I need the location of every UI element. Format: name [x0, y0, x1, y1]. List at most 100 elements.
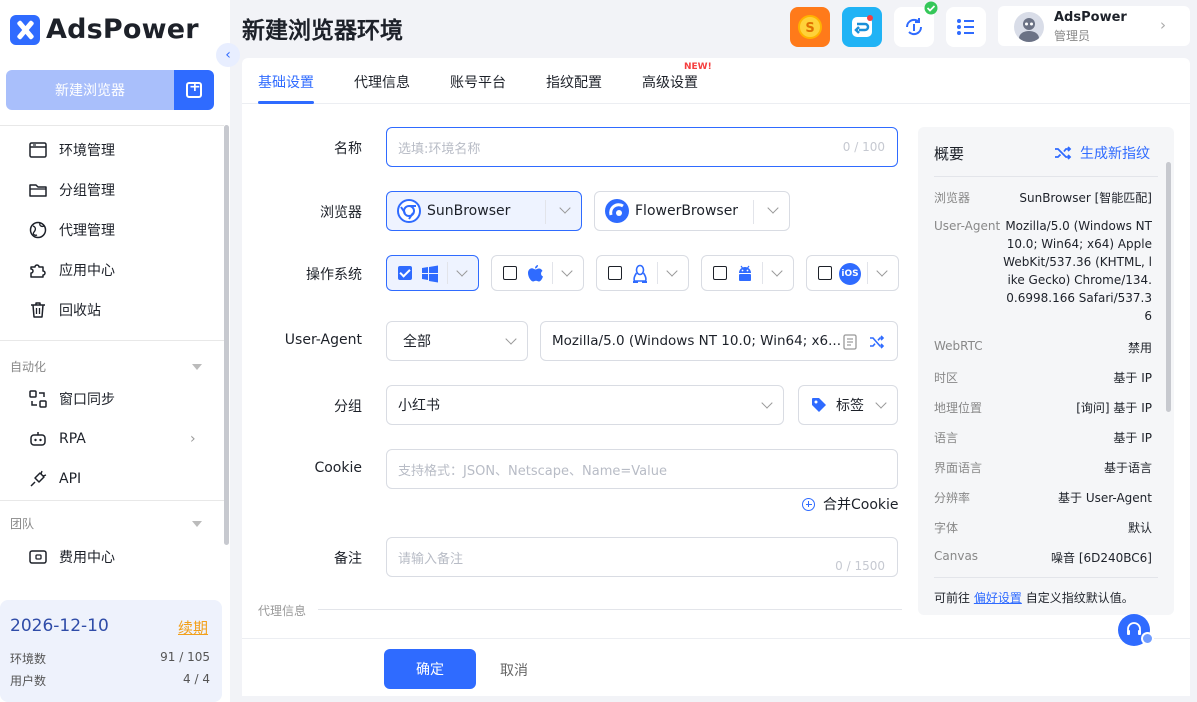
checkbox[interactable] [713, 266, 727, 280]
sidebar-scrollbar[interactable] [224, 125, 229, 545]
preferences-link[interactable]: 偏好设置 [974, 591, 1022, 605]
env-count-label: 环境数 [10, 652, 47, 666]
name-label: 名称 [334, 141, 362, 157]
overview-value: 基于 IP [1113, 371, 1152, 385]
tab-fingerprint[interactable]: 指纹配置 [546, 72, 602, 92]
chevron-down-icon[interactable] [666, 265, 678, 277]
sidebar-item-api[interactable]: API [28, 467, 81, 491]
sidebar-item-rpa[interactable]: RPA › [28, 427, 196, 451]
browser-name: SunBrowser [427, 203, 511, 219]
name-input[interactable]: 选填:环境名称 0 / 100 [386, 127, 898, 167]
tag-select[interactable]: 标签 [798, 385, 898, 425]
checkbox[interactable] [398, 266, 412, 280]
plus-circle-icon [802, 497, 815, 511]
sidebar-item-apps[interactable]: 应用中心 [28, 258, 115, 282]
logo[interactable]: AdsPower [10, 14, 199, 45]
section-team: 团队 [10, 517, 35, 531]
browser-name: FlowerBrowser [635, 203, 739, 219]
overview-value: 默认 [1127, 521, 1152, 535]
chevron-down-icon[interactable] [767, 202, 779, 214]
sidebar-item-trash[interactable]: 回收站 [28, 298, 101, 322]
os-option-ios[interactable]: iOS [806, 255, 899, 291]
tab-proxy[interactable]: 代理信息 [354, 72, 410, 92]
chevron-down-icon[interactable] [876, 265, 888, 277]
add-square-icon [186, 79, 202, 98]
flowerbrowser-logo-icon [605, 199, 629, 223]
batch-create-button[interactable] [174, 70, 214, 110]
sidebar-item-label: 环境管理 [59, 143, 115, 159]
ua-value-field[interactable]: Mozilla/5.0 (Windows NT 10.0; Win64; x6.… [540, 321, 898, 361]
cookie-textarea[interactable]: 支持格式：JSON、Netscape、Name=Value [386, 449, 898, 489]
ua-scope-value: 全部 [403, 334, 431, 350]
chevron-down-icon [761, 397, 773, 409]
robot-icon [28, 429, 48, 449]
sidebar-item-env[interactable]: 环境管理 [28, 138, 115, 162]
app-update-icon[interactable] [842, 7, 882, 47]
form-tabs: 基础设置 代理信息 账号平台 指纹配置 高级设置 NEW! [242, 58, 1190, 104]
sidebar-item-label: 应用中心 [59, 263, 115, 279]
browser-option-flowerbrowser[interactable]: FlowerBrowser [594, 191, 790, 231]
chevron-right-icon: › [190, 431, 196, 447]
confirm-button[interactable]: 确定 [384, 649, 476, 689]
windows-icon [419, 263, 441, 285]
renew-link[interactable]: 续期 [178, 617, 208, 638]
os-option-android[interactable] [701, 255, 794, 291]
sidebar-item-billing[interactable]: 费用中心 [28, 545, 115, 569]
create-env-form-panel: 基础设置 代理信息 账号平台 指纹配置 高级设置 NEW! 名称 选填:环境名称… [242, 58, 1190, 638]
sidebar-item-groups[interactable]: 分组管理 [28, 178, 115, 202]
merge-cookie-label: 合并Cookie [823, 497, 899, 513]
divider [657, 262, 658, 284]
chevron-down-icon[interactable] [771, 265, 783, 277]
remark-textarea[interactable]: 请输入备注 0 / 1500 [386, 537, 898, 577]
os-option-linux[interactable] [596, 255, 689, 291]
tab-basic[interactable]: 基础设置 [258, 72, 314, 92]
coin-icon[interactable]: S [790, 7, 830, 47]
folder-icon [28, 180, 48, 200]
checkbox[interactable] [608, 266, 622, 280]
adspower-logo-icon [10, 14, 40, 45]
chevron-down-icon[interactable] [456, 265, 468, 277]
sync-status-icon[interactable] [894, 1, 938, 47]
checkbox[interactable] [503, 266, 517, 280]
overview-key: 界面语言 [934, 461, 983, 475]
cancel-button[interactable]: 取消 [500, 660, 528, 680]
tab-advanced[interactable]: 高级设置 [642, 72, 698, 92]
overview-ua-value: Mozilla/5.0 (Windows NT 10.0; Win64; x64… [1003, 219, 1152, 323]
new-browser-button[interactable]: 新建浏览器 [6, 70, 174, 110]
task-list-icon[interactable] [946, 7, 986, 47]
user-name: AdsPower [1054, 10, 1127, 25]
sidebar-item-proxy[interactable]: 代理管理 [28, 218, 115, 242]
chevron-right-icon: › [1160, 16, 1166, 34]
browser-option-sunbrowser[interactable]: SunBrowser [386, 191, 582, 231]
os-option-macos[interactable] [491, 255, 584, 291]
sidebar-item-label: API [59, 471, 82, 487]
chevron-down-icon[interactable] [559, 202, 571, 214]
chevron-down-icon [875, 397, 887, 409]
document-icon[interactable] [843, 334, 857, 354]
overview-value: 禁用 [1127, 341, 1152, 355]
overview-scrollbar[interactable] [1166, 162, 1171, 412]
tab-platform[interactable]: 账号平台 [450, 72, 506, 92]
ua-value: Mozilla/5.0 (Windows NT 10.0; Win64; x6.… [552, 333, 842, 349]
caret-down-icon[interactable] [192, 521, 202, 527]
os-option-windows[interactable] [386, 255, 479, 291]
sidebar: AdsPower 新建浏览器 环境管理 分组管理 代理管理 应用中心 [0, 0, 230, 702]
generate-fingerprint-button[interactable]: 生成新指纹 [1054, 143, 1150, 163]
divider [934, 176, 1158, 177]
name-counter: 0 / 100 [842, 140, 885, 154]
caret-down-icon[interactable] [192, 364, 202, 370]
chevron-down-icon[interactable] [561, 265, 573, 277]
checkbox[interactable] [818, 266, 832, 280]
group-label: 分组 [334, 399, 362, 415]
sidebar-item-label: 窗口同步 [59, 392, 115, 408]
collapse-sidebar-button[interactable]: ‹ [216, 43, 240, 67]
overview-key: 地理位置 [934, 401, 983, 415]
merge-cookie-button[interactable]: 合并Cookie [802, 494, 899, 514]
overview-footer: 可前往 偏好设置 自定义指纹默认值。 [934, 589, 1134, 606]
new-badge: NEW! [684, 62, 712, 72]
user-menu[interactable]: AdsPower 管理员 › [998, 6, 1190, 46]
sidebar-item-window-sync[interactable]: 窗口同步 [28, 387, 115, 411]
shuffle-icon[interactable] [869, 334, 885, 354]
group-select[interactable]: 小红书 [386, 385, 784, 425]
ua-scope-select[interactable]: 全部 [386, 321, 528, 361]
